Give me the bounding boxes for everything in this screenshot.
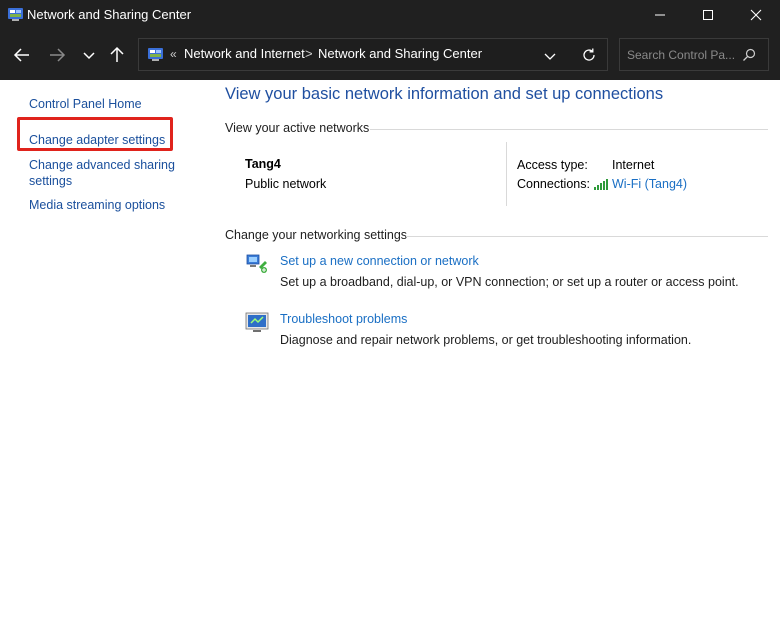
setup-new-connection-description: Set up a broadband, dial-up, or VPN conn… <box>280 275 739 289</box>
troubleshoot-problems-link[interactable]: Troubleshoot problems <box>280 312 407 326</box>
breadcrumb-separator[interactable]: > <box>305 46 313 61</box>
back-button[interactable] <box>10 43 34 67</box>
maximize-button[interactable] <box>684 0 732 30</box>
search-input[interactable] <box>627 46 739 64</box>
recent-locations-button[interactable] <box>77 43 101 67</box>
overflow-breadcrumb[interactable]: « <box>170 47 177 61</box>
title-bar: Network and Sharing Center <box>0 0 780 30</box>
arrow-right-icon <box>50 48 66 62</box>
search-icon[interactable] <box>742 48 756 62</box>
forward-button[interactable] <box>45 43 69 67</box>
arrow-up-icon <box>110 46 124 62</box>
sidebar-item-change-advanced-sharing-settings[interactable]: Change advanced sharing settings <box>29 157 189 189</box>
search-box[interactable] <box>619 38 769 71</box>
address-dropdown-button[interactable] <box>543 49 557 63</box>
highlight-box <box>17 117 173 151</box>
troubleshoot-icon <box>245 310 269 334</box>
minimize-icon <box>655 14 665 16</box>
breadcrumb-network-and-sharing-center[interactable]: Network and Sharing Center <box>318 46 482 61</box>
control-panel-icon <box>7 6 24 23</box>
maximize-icon <box>703 10 713 20</box>
control-panel-icon <box>147 46 164 63</box>
window-title: Network and Sharing Center <box>27 7 192 22</box>
refresh-button[interactable] <box>581 47 597 63</box>
chevron-down-icon <box>544 53 556 60</box>
sidebar: Control Panel Home Change adapter settin… <box>0 80 210 636</box>
section-divider <box>406 236 768 237</box>
sidebar-item-control-panel-home[interactable]: Control Panel Home <box>29 96 189 112</box>
access-type-label: Access type: <box>517 158 588 172</box>
networking-settings-heading: Change your networking settings <box>225 228 408 242</box>
access-type-value: Internet <box>612 158 655 172</box>
page-title: View your basic network information and … <box>225 85 664 103</box>
network-name: Tang4 <box>245 157 281 171</box>
section-divider <box>370 129 768 130</box>
address-bar[interactable]: « Network and Internet > Network and Sha… <box>138 38 608 71</box>
network-category[interactable]: Public network <box>245 177 326 191</box>
main-content: View your basic network information and … <box>210 80 780 636</box>
active-networks-heading: View your active networks <box>225 121 370 135</box>
troubleshoot-problems-description: Diagnose and repair network problems, or… <box>280 333 692 347</box>
wifi-signal-icon <box>594 177 608 190</box>
setup-new-connection-link[interactable]: Set up a new connection or network <box>280 254 479 268</box>
vertical-divider <box>506 142 507 206</box>
connections-label: Connections: <box>517 177 590 191</box>
minimize-button[interactable] <box>636 0 684 30</box>
refresh-icon <box>583 48 595 61</box>
close-button[interactable] <box>732 0 780 30</box>
sidebar-item-media-streaming-options[interactable]: Media streaming options <box>29 197 189 213</box>
arrow-left-icon <box>13 48 29 62</box>
wifi-connection-link[interactable]: Wi-Fi (Tang4) <box>612 177 687 191</box>
chevron-down-icon <box>83 52 95 60</box>
close-icon <box>750 9 762 21</box>
navigation-bar: « Network and Internet > Network and Sha… <box>0 30 780 80</box>
new-connection-icon <box>245 251 269 275</box>
up-button[interactable] <box>105 43 129 67</box>
breadcrumb-network-and-internet[interactable]: Network and Internet <box>184 46 305 61</box>
